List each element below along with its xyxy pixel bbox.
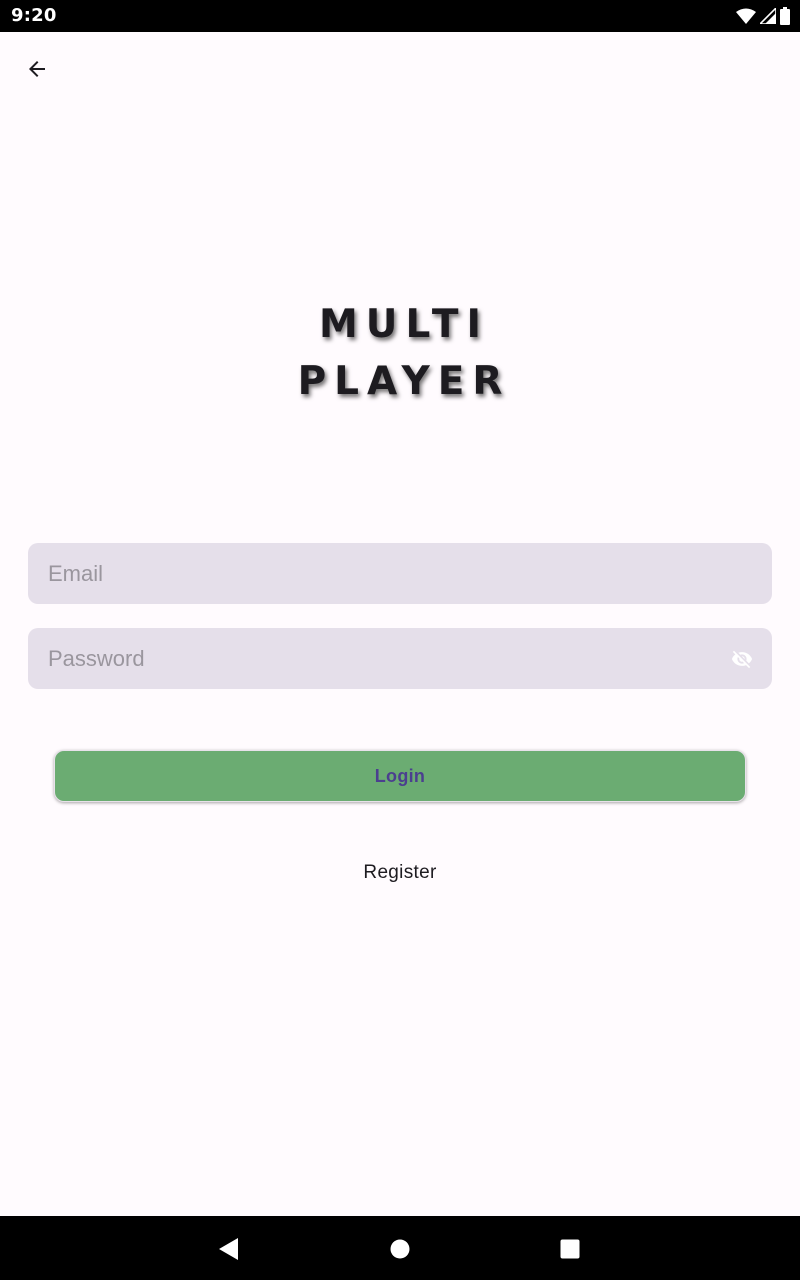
nav-back-icon bbox=[219, 1238, 238, 1260]
app-title: MULTI PLAYER bbox=[0, 296, 800, 410]
nav-home-icon bbox=[390, 1239, 410, 1259]
nav-recents-button[interactable] bbox=[553, 1232, 587, 1266]
navigation-bar bbox=[0, 1216, 800, 1280]
back-button[interactable] bbox=[14, 46, 60, 92]
title-line-1: MULTI bbox=[319, 302, 489, 347]
nav-recents-icon bbox=[560, 1239, 580, 1259]
register-button[interactable]: Register bbox=[0, 862, 800, 884]
status-time: 9:20 bbox=[11, 5, 57, 26]
visibility-off-icon bbox=[731, 650, 753, 669]
title-line-2: PLAYER bbox=[297, 359, 511, 404]
nav-home-button[interactable] bbox=[383, 1232, 417, 1266]
status-bar: 9:20 bbox=[0, 0, 800, 32]
email-field bbox=[28, 543, 772, 604]
battery-icon bbox=[780, 7, 790, 25]
arrow-back-icon bbox=[29, 61, 45, 77]
wifi-icon bbox=[736, 8, 756, 24]
password-input[interactable] bbox=[48, 628, 728, 689]
password-visibility-toggle[interactable] bbox=[728, 645, 756, 673]
password-field bbox=[28, 628, 772, 689]
status-icons bbox=[732, 6, 790, 26]
nav-back-button[interactable] bbox=[212, 1232, 246, 1266]
login-button[interactable]: Login bbox=[54, 750, 746, 802]
cellular-signal-icon bbox=[760, 8, 776, 24]
email-input[interactable] bbox=[48, 543, 728, 604]
